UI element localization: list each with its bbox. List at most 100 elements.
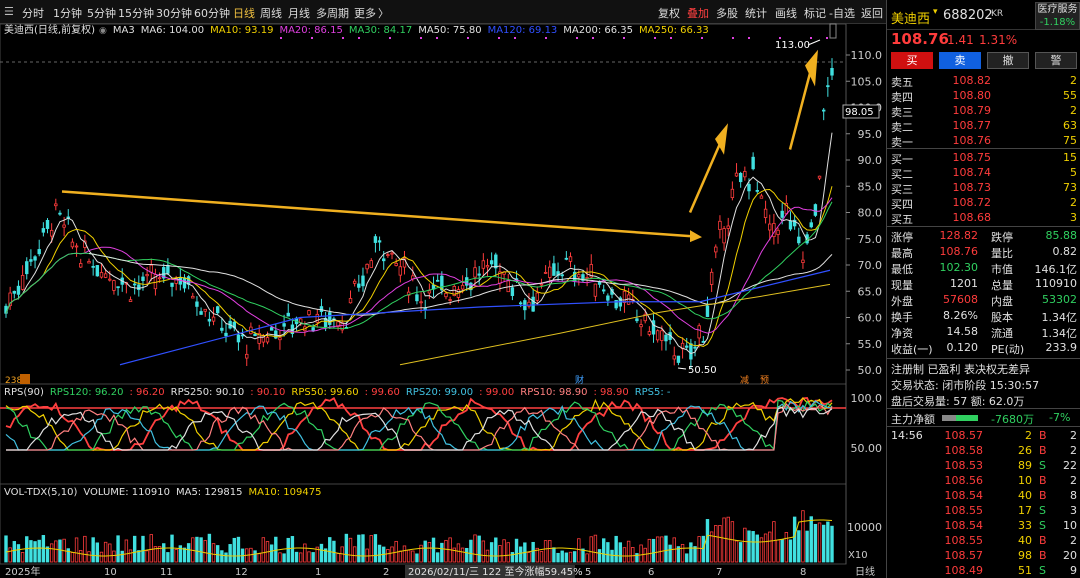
bid-price: 108.75 bbox=[952, 151, 992, 164]
rps-legend-item: RPS50: 99.60 bbox=[291, 387, 359, 398]
volume-bar bbox=[614, 535, 618, 563]
candle-body bbox=[743, 171, 747, 178]
ma-line bbox=[5, 186, 833, 348]
reduce-marker: 减 bbox=[740, 374, 749, 386]
buy-button[interactable]: 买 bbox=[891, 52, 933, 69]
stat-value: 1.34亿 bbox=[1041, 311, 1078, 324]
ask-row[interactable]: 卖四 108.80 55 bbox=[887, 89, 1080, 104]
candle-body bbox=[319, 306, 324, 312]
candle-body bbox=[568, 256, 573, 262]
bid-row[interactable]: 买二 108.74 5 bbox=[887, 166, 1080, 181]
signal-dot bbox=[779, 37, 781, 39]
candle-body bbox=[141, 276, 145, 281]
rps-legend-item: RPS120: 96.20 bbox=[49, 387, 124, 398]
volume-bar bbox=[261, 537, 266, 563]
tick-volume: 51 bbox=[1018, 564, 1032, 577]
volume-bar bbox=[108, 543, 112, 563]
candle-body bbox=[622, 290, 627, 303]
candle-body bbox=[220, 327, 224, 331]
ask-row[interactable]: 卖五 108.82 2 bbox=[887, 74, 1080, 89]
volume-bar bbox=[319, 543, 324, 563]
volume-bar bbox=[780, 539, 784, 563]
bid-row[interactable]: 买三 108.73 73 bbox=[887, 181, 1080, 196]
candle-body bbox=[166, 264, 170, 274]
stat-label: 换手 bbox=[891, 311, 913, 324]
candle-body bbox=[768, 223, 772, 231]
volume-bar bbox=[332, 540, 336, 563]
rps-legend-item: RPS5: - bbox=[634, 387, 671, 398]
bid-row[interactable]: 买五 108.68 3 bbox=[887, 211, 1080, 226]
rps-legend-item: : 98.90 bbox=[593, 387, 629, 398]
volume-bar bbox=[41, 535, 46, 563]
volume-bar bbox=[494, 537, 498, 563]
candle-body bbox=[328, 312, 332, 325]
candle-body bbox=[245, 353, 249, 359]
candle-body bbox=[730, 188, 735, 199]
volume-bar bbox=[647, 538, 652, 563]
candle-body bbox=[112, 280, 116, 291]
volume-bar bbox=[477, 535, 481, 563]
sector-badge[interactable]: 医疗服务 -1.18% bbox=[1035, 2, 1080, 30]
rps-legend-item: : 90.10 bbox=[250, 387, 286, 398]
volume-bar bbox=[207, 533, 212, 563]
signal-dot bbox=[826, 37, 828, 39]
volume-bar bbox=[631, 547, 635, 563]
volume-bar bbox=[282, 553, 286, 563]
x-axis-label: 10 bbox=[104, 567, 117, 578]
ask-row[interactable]: 卖二 108.77 63 bbox=[887, 119, 1080, 134]
tick-row: 108.57 98 B 20 bbox=[887, 549, 1080, 564]
ask-row[interactable]: 卖三 108.79 2 bbox=[887, 104, 1080, 119]
sell-button[interactable]: 卖 bbox=[939, 52, 981, 69]
stat-row: 换手 8.26% 股本 1.34亿 bbox=[887, 309, 1080, 324]
volume-bar bbox=[734, 540, 739, 563]
candle-body bbox=[734, 172, 739, 177]
signal-dot bbox=[467, 37, 469, 39]
volume-bar bbox=[680, 543, 685, 563]
x-axis-label: 1 bbox=[315, 567, 321, 578]
volume-bar bbox=[132, 535, 137, 563]
signal-dot bbox=[732, 37, 734, 39]
volume-bar bbox=[79, 549, 83, 563]
candle-body bbox=[763, 208, 768, 218]
vol-legend-item: MA10: 109475 bbox=[248, 487, 322, 498]
volume-bar bbox=[543, 540, 548, 563]
price-axis-label: 55.0 bbox=[858, 338, 883, 351]
candle-body bbox=[91, 265, 95, 268]
volume-bar bbox=[116, 535, 120, 563]
bid-row[interactable]: 买一 108.75 15 bbox=[887, 151, 1080, 166]
volume-bar bbox=[415, 553, 419, 563]
volume-bar bbox=[585, 553, 589, 563]
main-flow-label: 主力净额 bbox=[891, 413, 935, 426]
volume-bar bbox=[373, 534, 378, 563]
candle-body bbox=[435, 279, 440, 282]
ask-row[interactable]: 卖一 108.76 75 bbox=[887, 134, 1080, 149]
price-axis-label: 90.0 bbox=[858, 154, 883, 167]
volume-bar bbox=[211, 543, 216, 563]
rise-arrow-line bbox=[688, 138, 724, 213]
volume-bar bbox=[826, 521, 830, 563]
volume-bar bbox=[406, 549, 411, 563]
bid-volume: 15 bbox=[1063, 151, 1077, 164]
price-axis-label: 105.0 bbox=[851, 75, 883, 88]
volume-bar bbox=[427, 542, 432, 563]
tick-side: B bbox=[1039, 444, 1047, 457]
bid-row[interactable]: 买四 108.72 2 bbox=[887, 196, 1080, 211]
stat-row: 外盘 57608 内盘 53302 bbox=[887, 293, 1080, 308]
rps-legend-item: RPS250: 90.10 bbox=[170, 387, 245, 398]
cancel-order-button[interactable]: 撤 bbox=[987, 52, 1029, 69]
price-axis-label: 95.0 bbox=[858, 128, 883, 141]
candle-body bbox=[62, 224, 66, 228]
alert-button[interactable]: 警 bbox=[1035, 52, 1077, 69]
signal-dot bbox=[545, 37, 547, 39]
tick-side: B bbox=[1039, 534, 1047, 547]
dropdown-icon[interactable]: ▾ bbox=[933, 7, 938, 17]
volume-bar bbox=[531, 541, 535, 563]
candle-body bbox=[481, 260, 486, 269]
candle-body bbox=[593, 283, 598, 297]
price-axis-label: 65.0 bbox=[858, 285, 883, 298]
ask-price: 108.79 bbox=[952, 104, 992, 117]
settings-icon[interactable]: ◉ bbox=[99, 26, 107, 36]
candle-body bbox=[427, 290, 432, 294]
volume-bar bbox=[419, 544, 423, 563]
volume-bar bbox=[278, 552, 282, 563]
